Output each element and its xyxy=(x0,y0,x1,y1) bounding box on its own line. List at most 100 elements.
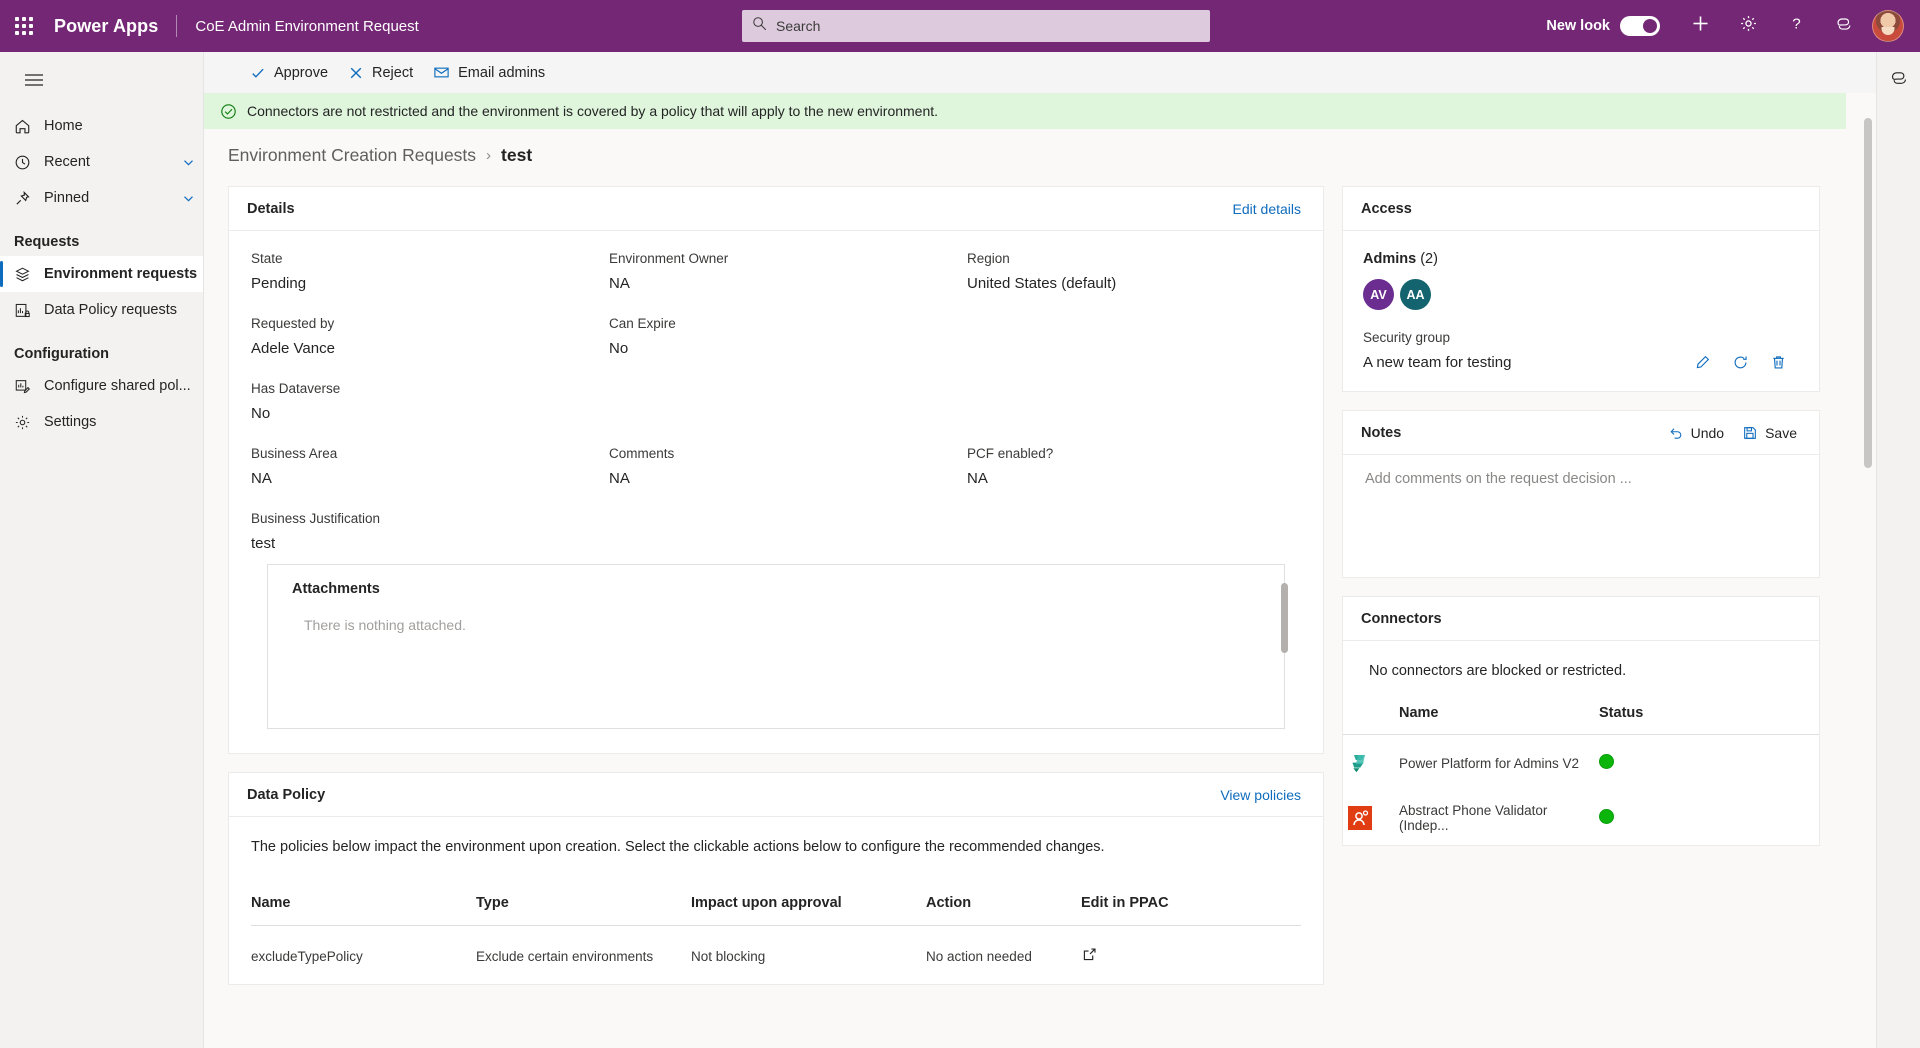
sidebar-group-configuration: Configuration xyxy=(14,346,110,362)
copilot-panel-button[interactable] xyxy=(1877,58,1920,102)
search-input[interactable]: Search xyxy=(742,10,1210,42)
notes-input[interactable]: Add comments on the request decision ... xyxy=(1343,455,1819,577)
side-column: Access Admins (2) AV AA Security group A… xyxy=(1342,186,1820,985)
policy-icon xyxy=(14,302,44,319)
edit-pencil-icon[interactable] xyxy=(1683,354,1721,371)
field-value: United States (default) xyxy=(967,275,1117,292)
main-column: Details Edit details State Pending Envir… xyxy=(228,186,1324,985)
details-row: State Pending Environment Owner NA Regio… xyxy=(251,251,1301,292)
access-title: Access xyxy=(1361,200,1412,217)
cell-connector-status xyxy=(1599,735,1819,791)
refresh-icon[interactable] xyxy=(1721,354,1759,371)
cell-connector-logo xyxy=(1343,735,1399,791)
gear-icon xyxy=(14,414,44,431)
table-row: Abstract Phone Validator (Indep... xyxy=(1343,790,1819,845)
email-admins-button[interactable]: Email admins xyxy=(423,57,555,89)
copilot-button[interactable] xyxy=(1820,0,1868,52)
cell-edit-in-ppac[interactable] xyxy=(1081,926,1301,985)
check-circle-icon xyxy=(220,103,237,120)
brand-title[interactable]: Power Apps xyxy=(48,16,158,37)
edit-details-link[interactable]: Edit details xyxy=(1233,201,1301,217)
sidebar-item-environment-requests[interactable]: Environment requests xyxy=(0,256,203,292)
breadcrumb-parent[interactable]: Environment Creation Requests xyxy=(228,145,476,166)
search-icon xyxy=(752,16,767,36)
avatar[interactable] xyxy=(1872,10,1904,42)
security-group-row: A new team for testing xyxy=(1363,354,1797,371)
configure-icon xyxy=(14,378,44,395)
access-card-header: Access xyxy=(1343,187,1819,231)
access-body: Admins (2) AV AA Security group A new te… xyxy=(1343,231,1819,391)
field-value: No xyxy=(251,405,271,422)
chevron-down-icon[interactable] xyxy=(173,192,203,205)
banner-text: Connectors are not restricted and the en… xyxy=(247,103,939,119)
sidebar-item-recent[interactable]: Recent xyxy=(0,144,203,180)
new-look-toggle[interactable] xyxy=(1620,16,1660,36)
suite-bar-actions: New look ? xyxy=(1546,0,1912,52)
column-header-type: Type xyxy=(476,895,691,926)
field-region: Region United States (default) xyxy=(967,251,1325,292)
field-label: PCF enabled? xyxy=(967,446,1054,461)
page-scrollbar[interactable] xyxy=(1864,118,1872,980)
search-placeholder: Search xyxy=(776,18,821,34)
notes-card-header: Notes Undo Save xyxy=(1343,411,1819,455)
connectors-card: Connectors No connectors are blocked or … xyxy=(1342,596,1820,846)
column-header-status: Status xyxy=(1599,705,1819,735)
connectors-title: Connectors xyxy=(1361,610,1442,627)
details-row: Has Dataverse No xyxy=(251,381,1301,422)
save-button[interactable]: Save xyxy=(1742,425,1797,441)
sidebar-collapse-button[interactable] xyxy=(12,60,56,104)
data-policy-description: The policies below impact the environmen… xyxy=(251,839,1105,855)
field-value: Adele Vance xyxy=(251,340,335,357)
attachments-scrollbar[interactable] xyxy=(1281,583,1288,653)
connectors-card-header: Connectors xyxy=(1343,597,1819,641)
approve-button[interactable]: Approve xyxy=(240,57,338,89)
sidebar-item-settings[interactable]: Settings xyxy=(0,404,203,440)
table-header-row: Name Type Impact upon approval Action Ed… xyxy=(251,895,1301,926)
field-state: State Pending xyxy=(251,251,609,292)
close-icon xyxy=(348,65,364,81)
sidebar-item-configure-shared-policies[interactable]: Configure shared pol... xyxy=(0,368,203,404)
reject-button[interactable]: Reject xyxy=(338,57,423,89)
table-row: Power Platform for Admins V2 xyxy=(1343,735,1819,791)
access-card: Access Admins (2) AV AA Security group A… xyxy=(1342,186,1820,392)
scrollbar-thumb[interactable] xyxy=(1864,118,1872,468)
field-pcf-enabled: PCF enabled? NA xyxy=(967,446,1325,487)
field-value: NA xyxy=(251,470,272,487)
app-launcher-button[interactable] xyxy=(0,0,48,52)
sidebar: Home Recent Pinned Requests Environment … xyxy=(0,52,204,1048)
sidebar-item-data-policy-requests[interactable]: Data Policy requests xyxy=(0,292,203,328)
field-requested-by: Requested by Adele Vance xyxy=(251,316,609,357)
approve-label: Approve xyxy=(274,64,329,81)
sidebar-item-label: Pinned xyxy=(44,190,90,206)
delete-trash-icon[interactable] xyxy=(1759,354,1797,371)
help-button[interactable]: ? xyxy=(1772,0,1820,52)
view-policies-link[interactable]: View policies xyxy=(1220,787,1301,803)
security-group-label: Security group xyxy=(1363,330,1451,345)
field-label: Can Expire xyxy=(609,316,676,331)
details-body: State Pending Environment Owner NA Regio… xyxy=(229,231,1323,753)
menu-icon xyxy=(24,72,44,93)
layers-icon xyxy=(14,266,44,283)
save-label: Save xyxy=(1765,424,1797,441)
undo-button[interactable]: Undo xyxy=(1668,425,1724,441)
mail-icon xyxy=(433,64,450,81)
sidebar-item-pinned[interactable]: Pinned xyxy=(0,180,203,216)
data-policy-title: Data Policy xyxy=(247,786,326,803)
sidebar-item-label: Data Policy requests xyxy=(44,302,177,318)
clock-icon xyxy=(14,154,44,171)
check-icon xyxy=(250,65,266,81)
new-button[interactable] xyxy=(1676,0,1724,52)
connectors-table: Name Status Power Platform for Admins V2… xyxy=(1343,705,1819,845)
admins-label: Admins (2) xyxy=(1363,251,1797,267)
avatar-aa[interactable]: AA xyxy=(1400,279,1431,310)
settings-button[interactable] xyxy=(1724,0,1772,52)
sidebar-item-home[interactable]: Home xyxy=(0,108,203,144)
field-spacer xyxy=(967,381,1325,422)
abstract-phone-validator-logo-icon xyxy=(1343,801,1377,835)
chevron-down-icon[interactable] xyxy=(173,156,203,169)
avatar-av[interactable]: AV xyxy=(1363,279,1394,310)
open-in-new-icon[interactable] xyxy=(1081,948,1098,966)
command-bar: Approve Reject Email admins xyxy=(204,52,1876,93)
search-container[interactable]: Search xyxy=(742,10,1210,42)
power-platform-logo-icon xyxy=(1343,746,1377,780)
